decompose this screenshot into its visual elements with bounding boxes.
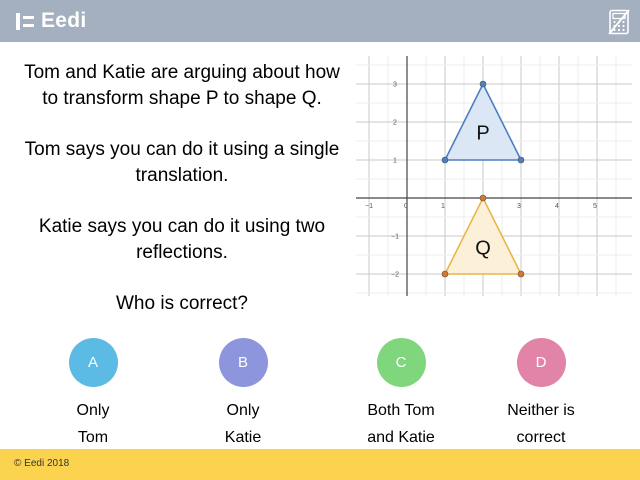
copyright-text: © Eedi 2018 bbox=[14, 458, 70, 469]
question-paragraph-2: Tom says you can do it using a single tr… bbox=[24, 139, 340, 186]
shape-p-vertex bbox=[441, 156, 449, 164]
y-tick-label: −2 bbox=[391, 272, 399, 279]
y-tick-label: 1 bbox=[393, 158, 397, 165]
option-a-label: Only Tom bbox=[76, 402, 110, 446]
coordinate-grid: −1012345321−1−2PQ bbox=[356, 56, 632, 296]
x-tick-label: −1 bbox=[365, 203, 373, 210]
footer-bar: © Eedi 2018 bbox=[0, 449, 640, 480]
no-calculator-icon bbox=[608, 9, 630, 35]
y-tick-label: 2 bbox=[393, 120, 397, 127]
option-a-circle[interactable]: A bbox=[68, 338, 118, 387]
option-b[interactable]: B Only Katie bbox=[183, 338, 303, 451]
option-d-circle[interactable]: D bbox=[516, 338, 566, 387]
shape-q-label: Q bbox=[475, 237, 491, 259]
top-bar: Eedi bbox=[0, 0, 640, 42]
x-tick-label: 5 bbox=[593, 203, 597, 210]
shape-p-vertex bbox=[479, 80, 487, 88]
option-c-label: Both Tom and Katie bbox=[367, 402, 435, 446]
y-tick-label: 3 bbox=[393, 82, 397, 89]
shape-q-vertex bbox=[441, 270, 449, 278]
option-d-label: Neither is correct bbox=[507, 402, 575, 446]
shape-p-label: P bbox=[476, 122, 489, 144]
question-paragraph-1: Tom and Katie are arguing about how to t… bbox=[24, 62, 340, 109]
shape-q-vertex bbox=[479, 194, 487, 202]
question-text: Tom and Katie are arguing about how to t… bbox=[14, 60, 350, 317]
eedi-logo-icon bbox=[16, 12, 34, 30]
x-tick-label: 4 bbox=[555, 203, 559, 210]
option-c-circle[interactable]: C bbox=[376, 338, 426, 387]
option-d[interactable]: D Neither is correct bbox=[481, 338, 601, 451]
x-tick-label: 1 bbox=[441, 203, 445, 210]
shape-p-vertex bbox=[517, 156, 525, 164]
eedi-logo[interactable]: Eedi bbox=[16, 8, 87, 34]
option-b-label: Only Katie bbox=[224, 402, 262, 446]
y-tick-label: −1 bbox=[391, 234, 399, 241]
shape-q-vertex bbox=[517, 270, 525, 278]
x-tick-label: 0 bbox=[404, 203, 408, 210]
question-paragraph-3: Katie says you can do it using two refle… bbox=[38, 216, 326, 263]
option-c[interactable]: C Both Tom and Katie bbox=[341, 338, 461, 451]
option-b-circle[interactable]: B bbox=[218, 338, 268, 387]
x-tick-label: 3 bbox=[517, 203, 521, 210]
brand-name: Eedi bbox=[41, 9, 87, 32]
option-a[interactable]: A Only Tom bbox=[33, 338, 153, 451]
question-paragraph-4: Who is correct? bbox=[116, 293, 248, 314]
